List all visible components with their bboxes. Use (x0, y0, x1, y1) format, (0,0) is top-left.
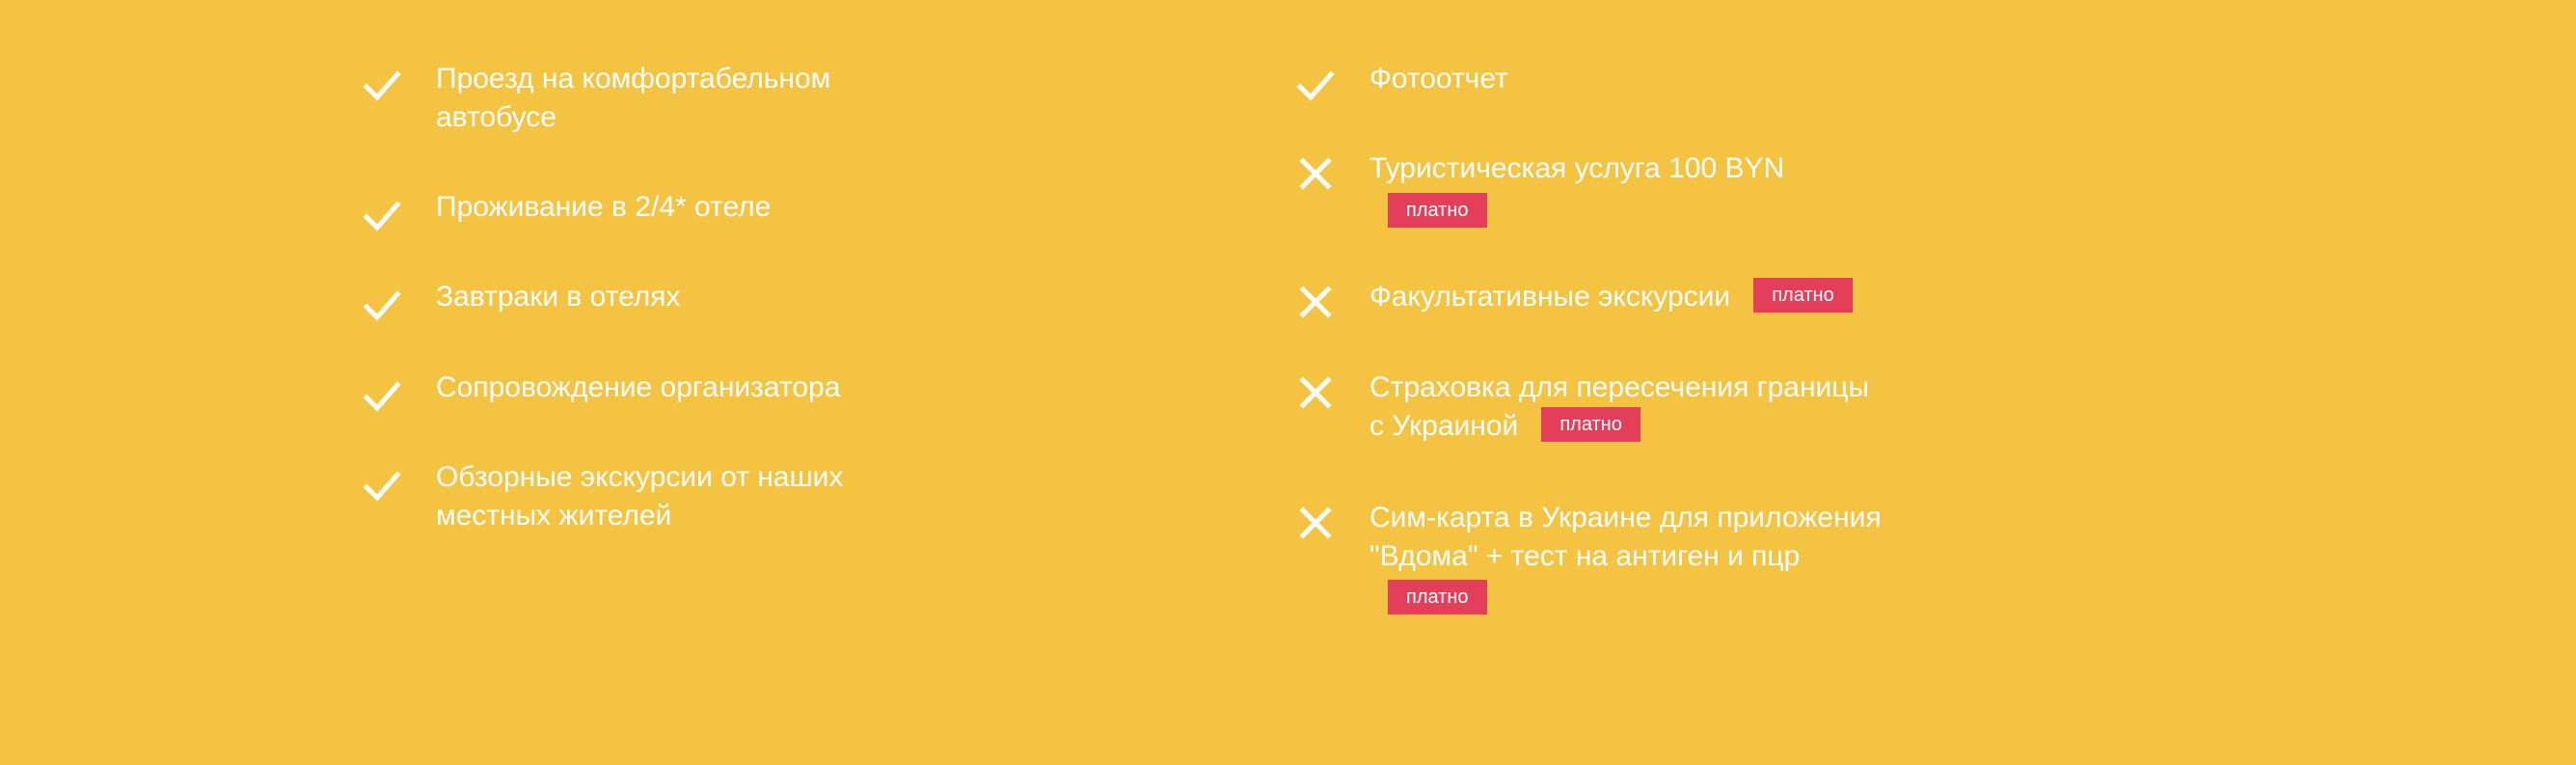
check-icon (362, 376, 402, 417)
included-item-label: Проживание в 2/4* отеле (436, 188, 771, 227)
check-icon (362, 66, 402, 106)
check-icon (362, 196, 402, 236)
cross-icon (1295, 372, 1336, 413)
paid-badge: платно (1388, 193, 1487, 228)
check-icon (362, 286, 402, 326)
extras-item-label: Фотоотчет (1369, 60, 1508, 98)
label-line: Сим-карта в Украине для приложения (1369, 502, 1882, 533)
label-line: Сопровождение организатора (436, 371, 841, 403)
extras-item-label: Факультативные экскурсии платно (1369, 278, 1853, 316)
included-item-label: Проезд на комфортабельном автобусе (436, 60, 830, 137)
cross-icon (1295, 153, 1336, 194)
label-line: Фотоотчет (1369, 63, 1508, 95)
label-line: автобусе (436, 101, 556, 133)
label-line: местных жителей (436, 500, 672, 532)
included-item-label: Завтраки в отелях (436, 278, 681, 316)
extras-item-label: Сим-карта в Украине для приложения "Вдом… (1369, 499, 1882, 615)
check-icon (1295, 66, 1336, 106)
label-line: "Вдома" + тест на антиген и пцр (1369, 540, 1801, 572)
paid-badge: платно (1388, 580, 1487, 615)
paid-badge: платно (1541, 407, 1641, 443)
cross-icon (1295, 503, 1336, 543)
cross-icon (1295, 282, 1336, 322)
included-item-label: Сопровождение организатора (436, 369, 840, 407)
label-line: Обзорные экскурсии от наших (436, 461, 844, 493)
check-icon (362, 466, 402, 506)
included-item-label: Обзорные экскурсии от наших местных жите… (436, 458, 843, 535)
extras-item-label: Страховка для пересечения границы с Укра… (1369, 369, 1869, 446)
extras-item-label: Туристическая услуга 100 BYN платно (1369, 150, 1785, 228)
label-line: Туристическая услуга 100 BYN (1369, 152, 1785, 184)
label-line: Факультативные экскурсии (1369, 281, 1731, 313)
label-line: Завтраки в отелях (436, 281, 681, 313)
label-line: Проезд на комфортабельном (436, 63, 831, 95)
label-line: Страховка для пересечения границы (1369, 371, 1870, 403)
label-line-with-badge: с Украиной платно (1369, 407, 1869, 446)
label-line: Проживание в 2/4* отеле (436, 191, 772, 223)
label-line: с Украиной (1369, 410, 1519, 442)
paid-badge: платно (1753, 278, 1853, 314)
